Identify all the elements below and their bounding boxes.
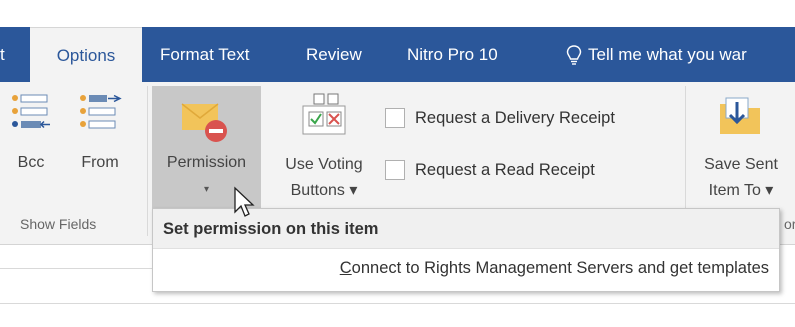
save-sent-label-line1: Save Sent (704, 156, 778, 173)
delivery-receipt-checkbox[interactable]: Request a Delivery Receipt (385, 108, 615, 128)
delivery-receipt-box[interactable] (385, 108, 405, 128)
read-receipt-label: Request a Read Receipt (415, 160, 595, 179)
voting-label-line2: Buttons ▾ (290, 182, 358, 199)
from-icon (80, 94, 122, 129)
tell-me-search[interactable]: Tell me what you war (566, 27, 747, 82)
from-button[interactable]: From (70, 88, 130, 188)
voting-icon (302, 93, 346, 135)
tell-me-text: Tell me what you war (588, 45, 747, 64)
tab-review[interactable]: Review (306, 27, 362, 82)
from-label: From (81, 154, 119, 171)
tab-format-text[interactable]: Format Text (160, 27, 249, 82)
delivery-receipt-label: Request a Delivery Receipt (415, 108, 615, 127)
mouse-cursor-icon (234, 186, 255, 217)
lightbulb-icon (566, 44, 582, 65)
group-label-fragment: or (784, 216, 795, 232)
tab-options[interactable]: Options (30, 27, 142, 82)
use-voting-buttons[interactable]: Use Voting Buttons ▾ (270, 88, 378, 208)
read-receipt-checkbox[interactable]: Request a Read Receipt (385, 160, 595, 180)
permission-tooltip: Set permission on this item Connect to R… (152, 208, 780, 292)
connect-rms-text: onnect to Rights Management Servers and … (351, 259, 769, 277)
permission-label: Permission (166, 154, 247, 171)
bcc-button[interactable]: Bcc (6, 88, 56, 188)
save-sent-item-button[interactable]: Save Sent Item To ▾ (688, 88, 794, 208)
group-divider (147, 86, 148, 236)
show-fields-group-label: Show Fields (20, 216, 97, 232)
bcc-label: Bcc (17, 154, 45, 171)
field-separator (0, 303, 795, 304)
tab-nitro-pro[interactable]: Nitro Pro 10 (407, 27, 498, 82)
save-sent-label-line2: Item To ▾ (708, 182, 774, 199)
restricted-envelope-icon (181, 103, 227, 142)
connect-rms-accelerator: C (339, 259, 352, 277)
voting-label-line1: Use Voting (285, 156, 363, 173)
read-receipt-box[interactable] (385, 160, 405, 180)
header-separator (0, 268, 152, 269)
bcc-icon (12, 94, 50, 129)
save-folder-icon (720, 97, 760, 134)
tab-message-partial[interactable]: t (0, 27, 14, 82)
connect-rms-link[interactable]: Connect to Rights Management Servers and… (340, 259, 769, 278)
